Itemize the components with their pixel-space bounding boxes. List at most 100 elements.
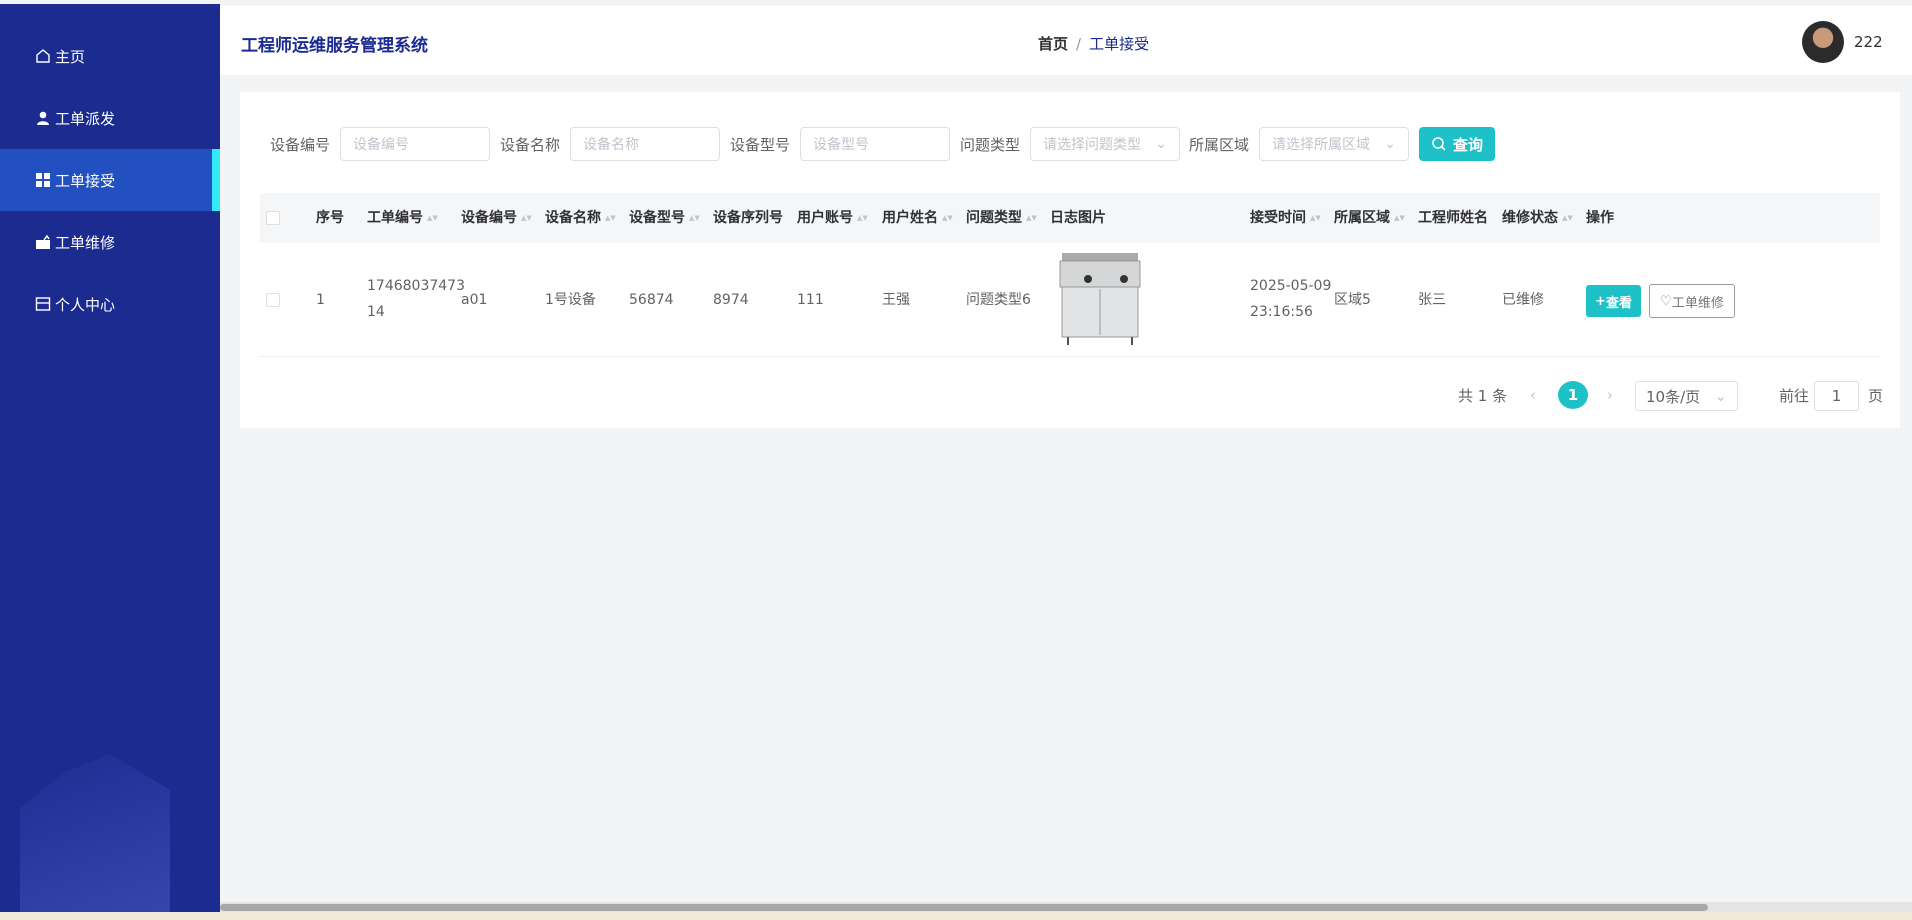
row-checkbox[interactable] [266,293,280,307]
filter-device-model: 设备型号 设备型号 [730,127,951,161]
col-model[interactable]: 设备型号 ▲▼ [629,205,700,231]
sidebar-item-label: 个人中心 [55,295,116,314]
app-title: 工程师运维服务管理系统 [241,36,428,56]
page-1[interactable]: 1 [1558,381,1588,409]
table-row: 1 17468037473 14 a01 1号设备 56874 8974 111 … [260,243,1880,357]
page-size-select[interactable]: 10条/页 ⌄ [1635,381,1738,411]
cell-device-name: 1号设备 [545,292,596,308]
breadcrumb-home[interactable]: 首页 [1038,35,1068,53]
sidebar-item-repair[interactable]: 工单维修 [0,211,220,273]
sort-icon: ▲▼ [1562,213,1573,222]
chevron-down-icon: ⌄ [1714,387,1727,405]
cell-time: 2025-05-09 23:16:56 [1250,278,1332,320]
device-model-input[interactable]: 设备型号 [800,127,951,161]
sort-icon: ▲▼ [1310,213,1321,222]
col-engineer: 工程师姓名 [1418,210,1488,226]
page-suffix: 页 [1868,386,1884,405]
device-no-input[interactable]: 设备编号 [340,127,491,161]
col-serial: 设备序列号 [713,210,783,226]
placeholder: 设备型号 [813,137,870,153]
cell-model: 56874 [629,292,674,308]
col-account[interactable]: 用户账号 ▲▼ [797,205,868,231]
sort-icon: ▲▼ [521,213,532,222]
horizontal-scrollbar[interactable] [220,902,1912,912]
chevron-down-icon: ⌄ [1384,136,1397,152]
sort-icon: ▲▼ [1026,213,1037,222]
region-select[interactable]: 请选择所属区域 ⌄ [1259,127,1410,161]
sidebar-item-dispatch[interactable]: 工单派发 [0,87,220,149]
device-name-input[interactable]: 设备名称 [570,127,721,161]
breadcrumb-separator: / [1076,35,1082,53]
col-image: 日志图片 [1050,210,1106,226]
filter-problem-type: 问题类型 请选择问题类型 ⌄ [960,127,1181,161]
problem-type-select[interactable]: 请选择问题类型 ⌄ [1030,127,1181,161]
view-button[interactable]: + 查看 [1586,285,1641,317]
sort-icon: ▲▼ [689,213,700,222]
col-status[interactable]: 维修状态 ▲▼ [1502,205,1573,231]
top-header: 工程师运维服务管理系统 首页 / 工单接受 222 [220,4,1912,75]
col-region[interactable]: 所属区域 ▲▼ [1334,205,1405,231]
chevron-down-icon: ⌄ [1155,136,1168,152]
col-device-name[interactable]: 设备名称 ▲▼ [545,205,616,231]
breadcrumb-current: 工单接受 [1089,35,1150,53]
breadcrumb: 首页 / 工单接受 [1038,33,1149,54]
col-device-no[interactable]: 设备编号 ▲▼ [461,205,532,231]
log-image[interactable] [1050,249,1150,358]
filter-label: 所属区域 [1189,135,1250,154]
cell-engineer: 张三 [1418,292,1446,308]
sort-icon: ▲▼ [857,213,868,222]
scrollbar-thumb[interactable] [220,904,1708,911]
sidebar-item-accept[interactable]: 工单接受 [0,149,220,211]
plus-icon: + [1595,293,1606,309]
cell-user-name: 王强 [882,292,910,308]
sidebar-item-home[interactable]: 主页 [0,25,220,87]
col-order-no[interactable]: 工单编号 ▲▼ [367,205,438,231]
placeholder: 请选择问题类型 [1043,137,1142,153]
username[interactable]: 222 [1854,33,1883,51]
placeholder: 请选择所属区域 [1272,137,1371,153]
table-header: 序号 工单编号 ▲▼ 设备编号 ▲▼ 设备名称 ▲▼ 设备型号 ▲▼ 设备序列号 用户账… [260,193,1880,243]
search-icon [1432,137,1446,151]
sort-icon: ▲▼ [942,213,953,222]
filter-device-name: 设备名称 设备名称 [500,127,721,161]
next-page-icon[interactable]: › [1607,381,1613,409]
placeholder: 设备编号 [353,137,410,153]
goto-label: 前往 [1779,386,1810,405]
cell-region: 区域5 [1334,292,1371,308]
filter-region: 所属区域 请选择所属区域 ⌄ [1189,127,1410,161]
heart-icon: ♡ [1660,293,1672,309]
col-problem[interactable]: 问题类型 ▲▼ [966,205,1037,231]
filter-label: 设备名称 [500,135,561,154]
prev-page-icon[interactable]: ‹ [1530,381,1536,409]
filter-label: 设备型号 [730,135,791,154]
col-actions: 操作 [1586,210,1614,226]
avatar[interactable] [1802,21,1844,63]
cell-account: 111 [797,292,824,308]
col-time[interactable]: 接受时间 ▲▼ [1250,205,1321,231]
sidebar-item-label: 工单派发 [55,109,116,128]
cell-status: 已维修 [1502,292,1544,308]
select-all-checkbox[interactable] [266,211,280,225]
bottom-strip [0,912,1912,920]
cell-index: 1 [316,292,325,308]
sort-icon: ▲▼ [1394,213,1405,222]
sidebar-item-profile[interactable]: 个人中心 [0,273,220,335]
cell-order-no: 17468037473 14 [367,278,465,320]
repair-button[interactable]: ♡ 工单维修 [1649,284,1735,318]
goto-page-input[interactable]: 1 [1814,381,1859,411]
placeholder: 设备名称 [583,137,640,153]
filter-label: 设备编号 [270,135,331,154]
query-button[interactable]: 查询 [1419,127,1495,161]
briefcase-icon [34,234,51,251]
cell-problem: 问题类型6 [966,292,1031,308]
sidebar-decoration [20,754,170,916]
col-user-name[interactable]: 用户姓名 ▲▼ [882,205,953,231]
sidebar-item-label: 主页 [55,47,86,66]
sidebar-item-label: 工单接受 [55,171,116,190]
sort-icon: ▲▼ [427,213,438,222]
user-icon [34,110,51,127]
sidebar-item-label: 工单维修 [55,233,116,252]
filter-device-no: 设备编号 设备编号 [270,127,491,161]
sidebar: 主页 工单派发 工单接受 工单维修 个人中心 [0,4,220,916]
grid-icon [34,172,51,189]
